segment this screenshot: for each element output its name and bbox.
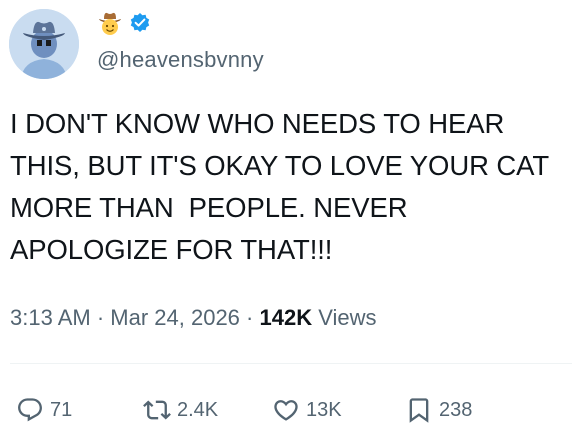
retweet-button[interactable]: 2.4K <box>143 393 218 427</box>
like-count: 13K <box>306 398 342 421</box>
tweet-text-line: APOLOGIZE FOR THAT!!! <box>10 234 333 265</box>
heart-icon <box>274 400 298 421</box>
reply-button[interactable]: 71 <box>16 393 72 427</box>
tweet-text-line: MORE THAN PEOPLE. NEVER <box>10 192 408 223</box>
author-handle[interactable]: @heavensbvnny <box>97 47 264 73</box>
reply-icon <box>18 398 42 422</box>
verified-badge-icon <box>130 13 150 32</box>
tweet-text: I DON'T KNOW WHO NEEDS TO HEAR THIS, BUT… <box>10 103 575 271</box>
tweet-date[interactable]: Mar 24, 2026 <box>110 305 240 330</box>
bookmark-count: 238 <box>439 398 473 421</box>
tweet-time[interactable]: 3:13 AM <box>10 305 91 330</box>
author-name-row[interactable] <box>97 10 151 36</box>
tweet-card: @heavensbvnny I DON'T KNOW WHO NEEDS TO … <box>0 0 582 433</box>
views-count: 142K <box>259 305 313 330</box>
views-label: Views <box>312 305 377 330</box>
cowboy-avatar-icon <box>9 9 79 79</box>
bookmark-icon <box>409 398 429 423</box>
divider <box>10 363 572 364</box>
tweet-meta: 3:13 AM · Mar 24, 2026 · 142K Views <box>10 305 376 331</box>
avatar[interactable] <box>9 9 79 79</box>
retweet-icon <box>143 400 171 420</box>
bookmark-button[interactable]: 238 <box>405 393 472 427</box>
meta-separator: · <box>90 305 111 330</box>
like-button[interactable]: 13K <box>272 393 342 427</box>
reply-count: 71 <box>50 398 73 421</box>
tweet-text-line: I DON'T KNOW WHO NEEDS TO HEAR <box>10 108 505 139</box>
retweet-count: 2.4K <box>177 398 219 421</box>
cowboy-hat-face-emoji-icon <box>99 12 121 35</box>
meta-separator: · <box>239 305 260 330</box>
tweet-text-line: THIS, BUT IT'S OKAY TO LOVE YOUR CAT <box>10 150 550 181</box>
